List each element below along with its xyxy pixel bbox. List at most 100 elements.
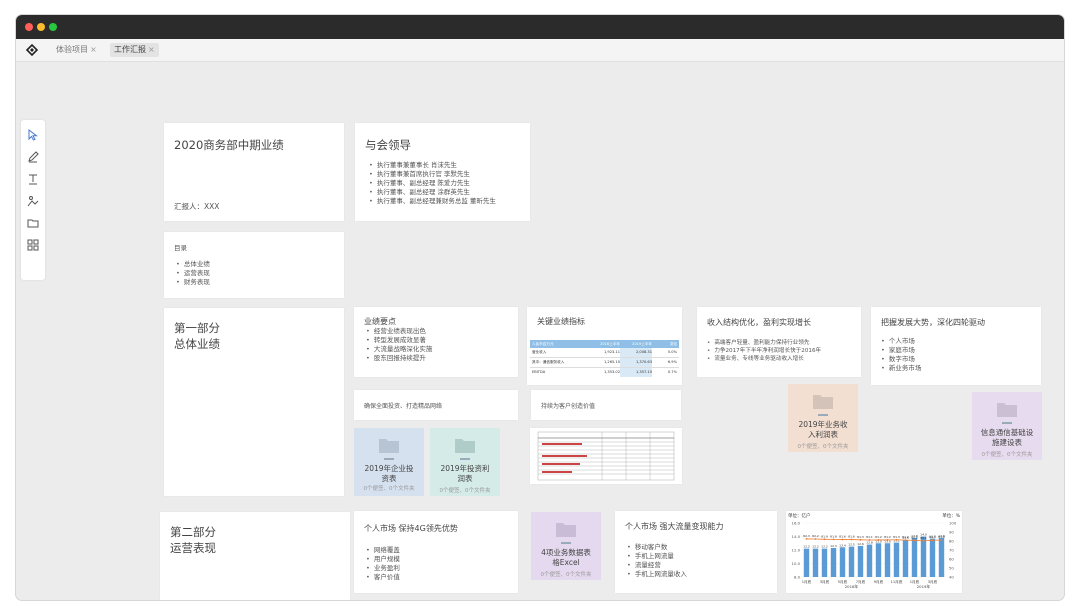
bar-data-label: 12.4 <box>839 543 846 547</box>
bar <box>893 542 900 577</box>
x-tick-label: 11月底 <box>891 579 903 584</box>
individual-market-card[interactable]: 个人市场 保持4G领先优势 网络覆盖 用户规模 业务盈利 客户价值 <box>354 511 518 593</box>
folder-icon <box>379 439 399 453</box>
chart-card[interactable]: 单位：亿户 单位：% 16.0 14.0 12.0 10.0 8.0 100 90 80 70 60 5… <box>786 511 962 593</box>
line-data-label: 81.0 <box>902 535 909 539</box>
tab-close-icon[interactable]: × <box>90 45 97 54</box>
folder-name-line: 2019年投资利 <box>440 464 490 473</box>
right-unit-label: 单位：% <box>942 512 960 519</box>
tab-label: 体验项目 <box>56 45 88 54</box>
trend-list: 个人市场 家庭市场 数字市场 新业务市场 <box>881 337 922 373</box>
bar <box>839 547 846 577</box>
x-tick-label: 3月底 <box>820 579 830 584</box>
tab-experience-project[interactable]: 体验项目 × <box>52 43 101 57</box>
list-item: 大流量战略深化实施 <box>366 345 433 354</box>
bar-data-label: 12.5 <box>848 543 855 547</box>
income-card[interactable]: 收入结构优化，盈利实现增长 高端客户轻量、盈利能力保持行业领先 力争2017年下… <box>697 307 861 377</box>
line-point <box>904 539 907 541</box>
folder-icon <box>997 403 1017 417</box>
tab-close-icon[interactable]: × <box>148 45 155 54</box>
tab-bar: 体验项目 × 工作汇报 × <box>16 39 1064 62</box>
kpi-card[interactable]: 关键业绩指标 人民币百万元 2018上半年 2019上半年 变化 营业收入 1,… <box>527 307 682 385</box>
table-cell: 5.0% <box>667 350 677 354</box>
leaders-card[interactable]: 与会领导 执行董事兼董事长 肖沫先生 执行董事兼首席执行官 李默先生 执行董事、… <box>355 123 530 221</box>
table-cell: EBITDA <box>532 370 546 374</box>
pen-icon[interactable] <box>26 150 40 164</box>
table-cell: 1,370.63 <box>620 358 652 367</box>
folder-meta: 0个便签、0个文件夹 <box>797 444 849 450</box>
spreadsheet-thumbnail[interactable] <box>530 428 682 484</box>
whiteboard-canvas[interactable]: 2020商务部中期业绩 汇报人：XXX 与会领导 执行董事兼董事长 肖沫先生 执… <box>16 62 1064 600</box>
folder-enterprise-investment[interactable]: 2019年企业投 资表 0个便签、0个文件夹 <box>354 428 424 496</box>
line-point <box>805 538 808 540</box>
folder-infrastructure[interactable]: 信息通信基础设 施建设表 0个便签、0个文件夹 <box>972 392 1042 460</box>
bar <box>848 546 855 577</box>
tab-work-report[interactable]: 工作汇报 × <box>110 43 159 57</box>
network-note-card[interactable]: 确保全面投资、打造精品网络 <box>354 390 518 420</box>
apps-icon[interactable] <box>26 238 40 252</box>
list-item: 流量经营 <box>627 561 687 570</box>
select-icon[interactable] <box>26 128 40 142</box>
y2-tick-label: 100 <box>949 521 957 526</box>
value-note-card[interactable]: 持续为客户创造价值 <box>531 390 681 420</box>
table-cell: 1,353.02 <box>603 370 620 374</box>
bar <box>929 538 936 577</box>
minimize-window-button[interactable] <box>37 23 45 31</box>
list-item: 新业务市场 <box>881 364 922 373</box>
table-cell: 1,265.10 <box>603 360 620 364</box>
list-item: 网络覆盖 <box>366 546 400 555</box>
year-label: 2018年 <box>845 584 859 589</box>
line-point <box>841 538 844 541</box>
y2-tick-label: 60 <box>949 557 954 562</box>
line-point <box>832 538 835 541</box>
list-item: 执行董事兼首席执行官 李默先生 <box>369 170 496 179</box>
kpi-header-cell: 变化 <box>669 342 677 346</box>
list-item: 运营表现 <box>176 269 210 278</box>
y-tick-label: 12.0 <box>792 548 801 553</box>
line-data-label: 81.1 <box>866 535 873 539</box>
text-icon[interactable] <box>26 172 40 186</box>
folder-business-data[interactable]: 4项业务数据表 格Excel 0个便签、0个文件夹 <box>531 512 601 580</box>
x-tick-label: 9月底 <box>874 579 884 584</box>
maximize-window-button[interactable] <box>49 23 57 31</box>
folder-name-line: 2019年业务收 <box>798 420 848 429</box>
bar <box>938 537 945 577</box>
line-point <box>931 539 934 542</box>
part2-card[interactable]: 第二部分 运营表现 <box>160 512 350 600</box>
trend-card[interactable]: 把握发展大势，深化四轮驱动 个人市场 家庭市场 数字市场 新业务市场 <box>871 307 1041 385</box>
kpi-table: 人民币百万元 2018上半年 2019上半年 变化 营业收入 1,923.11 … <box>530 340 679 380</box>
folder-name-line: 润表 <box>457 474 473 483</box>
app-logo-icon[interactable] <box>26 44 38 56</box>
list-item: 家庭市场 <box>881 346 921 355</box>
toc-card[interactable]: 目录 总体业绩 运营表现 财务表现 <box>164 232 344 298</box>
highlights-card[interactable]: 业绩要点 经营业绩表现出色 转型发展成效显著 大流量战略深化实施 股东回报持续提… <box>354 307 518 377</box>
image-icon[interactable] <box>26 194 40 208</box>
table-row: EBITDA 1,353.02 1,357.10 0.7% <box>530 368 679 377</box>
folder-divider <box>460 458 470 460</box>
y-tick-label: 14.0 <box>792 534 801 539</box>
close-window-button[interactable] <box>25 23 33 31</box>
folder-name: 2019年业务收 入利润表 <box>792 420 854 440</box>
table-cell: 6.9% <box>667 360 677 364</box>
bar-data-label: 12.6 <box>857 542 864 546</box>
list-item: 经营业绩表现出色 <box>366 327 432 336</box>
list-item: 力争2017年下半年净利润增长快于2016年 <box>707 347 821 355</box>
folder-icon <box>813 395 833 409</box>
folder-icon[interactable] <box>26 216 40 230</box>
list-item: 客户价值 <box>366 573 400 582</box>
folder-name: 信息通信基础设 施建设表 <box>976 428 1038 448</box>
folder-business-income[interactable]: 2019年业务收 入利润表 0个便签、0个文件夹 <box>788 384 858 452</box>
bar <box>821 548 828 577</box>
bar-data-label: 12.2 <box>812 545 819 549</box>
part1-card[interactable]: 第一部分 总体业绩 <box>164 308 344 496</box>
cover-card[interactable]: 2020商务部中期业绩 汇报人：XXX <box>164 123 344 221</box>
flow-card[interactable]: 个人市场 强大流量变现能力 移动客户数 手机上网流量 流量经营 手机上网流量收入 <box>615 511 777 593</box>
line-point <box>868 539 871 541</box>
folder-investment-profit[interactable]: 2019年投资利 润表 0个便签、0个文件夹 <box>430 428 500 496</box>
folder-name-line: 格Excel <box>552 558 580 567</box>
toc-title: 目录 <box>174 244 187 252</box>
income-list: 高端客户轻量、盈利能力保持行业领先 力争2017年下半年净利润增长快于2016年… <box>707 339 821 363</box>
line-point <box>895 538 898 541</box>
list-item: 执行董事、副总经理 涂群英先生 <box>369 188 496 197</box>
list-item: 移动客户数 <box>627 543 687 552</box>
